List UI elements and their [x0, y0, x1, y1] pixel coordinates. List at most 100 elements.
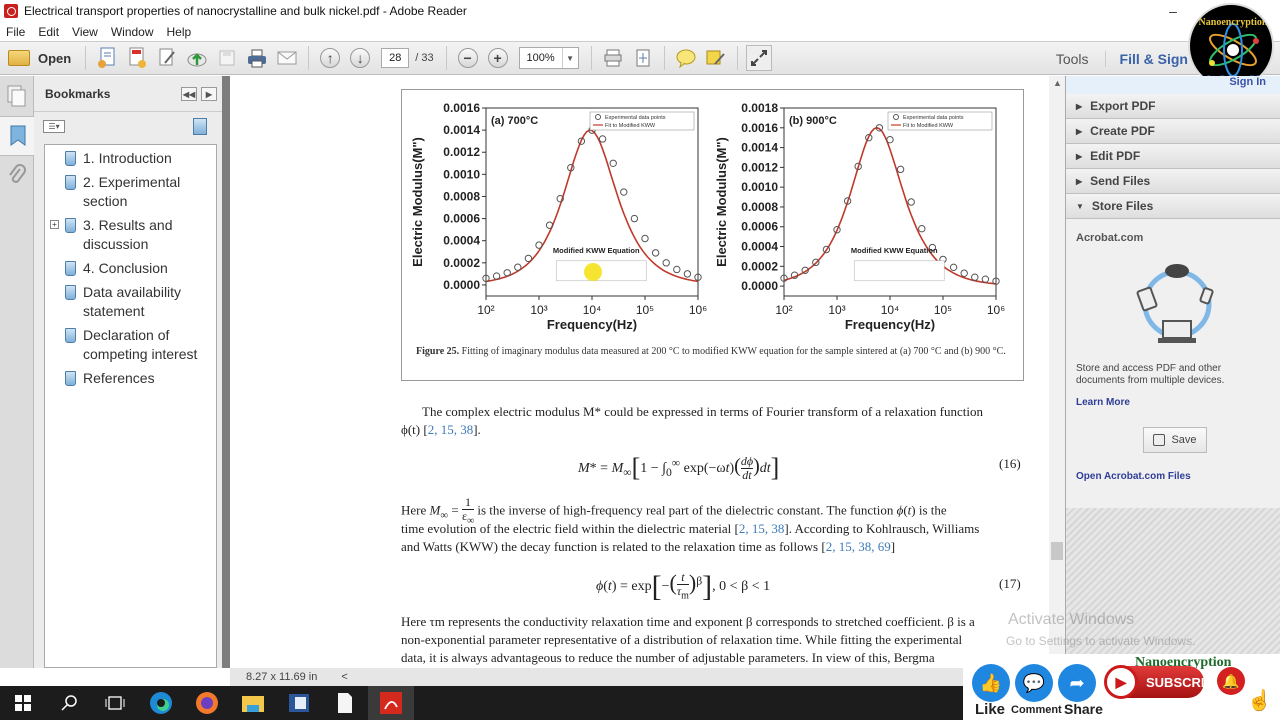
divider — [736, 46, 738, 70]
highlight-pen-icon — [706, 50, 725, 65]
save-button[interactable] — [214, 45, 240, 71]
x-tick-label: 10⁵ — [636, 303, 654, 317]
save-to-acrobat-button[interactable]: Save — [1143, 427, 1207, 453]
attachments-tab[interactable] — [0, 156, 34, 196]
new-bookmark-icon[interactable] — [193, 118, 207, 135]
scrollbar-thumb[interactable] — [1051, 542, 1063, 560]
y-tick-label: 0.0018 — [741, 101, 778, 115]
page-thumbnails-tab[interactable] — [0, 76, 34, 116]
highlight-button[interactable] — [703, 45, 729, 71]
bookmark-item[interactable]: Data availability statement — [45, 283, 205, 321]
fill-sign-button[interactable]: Fill & Sign — [1104, 51, 1188, 67]
file-explorer-taskbar-button[interactable] — [230, 686, 276, 720]
options-menu-icon[interactable]: ☰▾ — [43, 120, 65, 133]
divider — [445, 46, 447, 70]
bookmarks-panel: Bookmarks ◀◀ ▶ ☰▾ 1. Introduction 2. Exp… — [34, 76, 222, 668]
citation-link[interactable]: 2, 15, 38 — [428, 422, 474, 437]
arrow-down-icon: ↓ — [356, 50, 364, 66]
comment-button[interactable]: 💬 — [1015, 664, 1053, 702]
expand-panel-button[interactable]: ▶ — [201, 87, 217, 101]
zoom-select[interactable]: 100% ▼ — [518, 47, 579, 69]
collapse-panel-button[interactable]: ◀◀ — [181, 87, 197, 101]
vertical-scrollbar[interactable]: ▲ — [1049, 76, 1065, 668]
learn-more-link[interactable]: Learn More — [1076, 397, 1130, 408]
panel-splitter[interactable] — [222, 76, 230, 668]
folder-icon — [8, 50, 30, 66]
firefox-taskbar-button[interactable] — [184, 686, 230, 720]
x-tick-label: 10² — [477, 303, 494, 317]
share-label: Share — [1064, 701, 1103, 717]
print-button[interactable] — [244, 45, 270, 71]
edit-button[interactable] — [154, 45, 180, 71]
start-button[interactable] — [0, 686, 46, 720]
menu-file[interactable]: File — [6, 25, 25, 39]
x-axis-label: Frequency(Hz) — [845, 317, 935, 332]
paragraph-line: ϕ(t) [2, 15, 38]. — [401, 422, 481, 437]
bookmark-item[interactable]: References — [45, 369, 216, 388]
email-button[interactable] — [274, 45, 300, 71]
citation-link[interactable]: 2, 15, 38, 69 — [826, 539, 891, 554]
zoom-out-button[interactable]: − — [457, 48, 478, 68]
full-screen-button[interactable] — [745, 45, 772, 71]
scroll-left-arrow[interactable]: < — [341, 671, 347, 683]
bookmark-item[interactable]: 1. Introduction — [45, 149, 216, 168]
cloud-upload-icon — [187, 53, 207, 67]
edit-pdf-section[interactable]: ▶ Edit PDF — [1066, 144, 1280, 169]
save-disk-icon — [219, 50, 235, 66]
notepad-taskbar-button[interactable] — [322, 686, 368, 720]
scroll-up-arrow[interactable]: ▲ — [1053, 78, 1062, 88]
page-number-input[interactable]: 28 — [381, 48, 410, 68]
comment-button[interactable] — [673, 45, 699, 71]
divider — [663, 46, 665, 70]
fit-width-button[interactable] — [600, 45, 626, 71]
create-pdf-section[interactable]: ▶ Create PDF — [1066, 119, 1280, 144]
bookmark-item[interactable]: 2. Experimental section — [45, 173, 195, 211]
word-taskbar-button[interactable] — [276, 686, 322, 720]
minimize-button[interactable]: – — [1150, 0, 1196, 22]
bookmark-icon — [65, 261, 76, 276]
bookmarks-title: Bookmarks — [45, 86, 111, 101]
menu-help[interactable]: Help — [167, 25, 192, 39]
convert-pdf-button[interactable] — [124, 45, 150, 71]
subscribe-button[interactable]: ▶ SUBSCRIBE — [1104, 665, 1223, 699]
tools-button[interactable]: Tools — [1056, 51, 1089, 67]
bookmark-item[interactable]: +3. Results and discussion — [45, 216, 185, 254]
bookmarks-tab[interactable] — [0, 116, 35, 156]
zoom-value: 100% — [526, 52, 555, 64]
zoom-in-button[interactable]: + — [487, 48, 508, 68]
expand-toggle-icon[interactable]: + — [50, 220, 59, 229]
y-tick-label: 0.0002 — [443, 256, 480, 270]
open-button[interactable]: Open — [0, 50, 79, 66]
send-files-section[interactable]: ▶ Send Files — [1066, 169, 1280, 194]
like-button[interactable]: 👍 — [972, 664, 1010, 702]
task-view-button[interactable] — [92, 686, 138, 720]
menu-edit[interactable]: Edit — [38, 25, 59, 39]
upload-cloud-button[interactable] — [184, 45, 210, 71]
create-pdf-button[interactable] — [94, 45, 120, 71]
fit-page-button[interactable] — [630, 45, 656, 71]
open-acrobat-files-link[interactable]: Open Acrobat.com Files — [1076, 471, 1191, 482]
edge-taskbar-button[interactable] — [138, 686, 184, 720]
adobe-reader-taskbar-button[interactable] — [368, 686, 414, 720]
triangle-right-icon: ▶ — [1076, 176, 1083, 186]
bookmark-item[interactable]: Declaration of competing interest — [45, 326, 215, 364]
menu-view[interactable]: View — [72, 25, 98, 39]
y-tick-label: 0.0014 — [443, 123, 480, 137]
y-tick-label: 0.0010 — [741, 180, 778, 194]
chevron-down-icon[interactable]: ▼ — [561, 48, 578, 68]
notification-bell-button[interactable]: 🔔 — [1217, 667, 1245, 695]
export-pdf-section[interactable]: ▶ Export PDF — [1066, 94, 1280, 119]
task-view-icon — [105, 696, 125, 710]
share-button[interactable]: ➦ — [1058, 664, 1096, 702]
next-page-button[interactable]: ↓ — [350, 48, 371, 68]
bookmark-item[interactable]: 4. Conclusion — [45, 259, 216, 278]
citation-link[interactable]: 2, 15, 38 — [739, 521, 785, 536]
y-tick-label: 0.0012 — [741, 160, 778, 174]
divider — [85, 46, 87, 70]
equation-image-box — [853, 260, 945, 282]
store-files-section[interactable]: ▼ Store Files — [1066, 194, 1280, 219]
sign-in-link[interactable]: Sign In — [1066, 76, 1280, 94]
search-button[interactable] — [46, 686, 92, 720]
menu-window[interactable]: Window — [111, 25, 154, 39]
previous-page-button[interactable]: ↑ — [320, 48, 341, 68]
